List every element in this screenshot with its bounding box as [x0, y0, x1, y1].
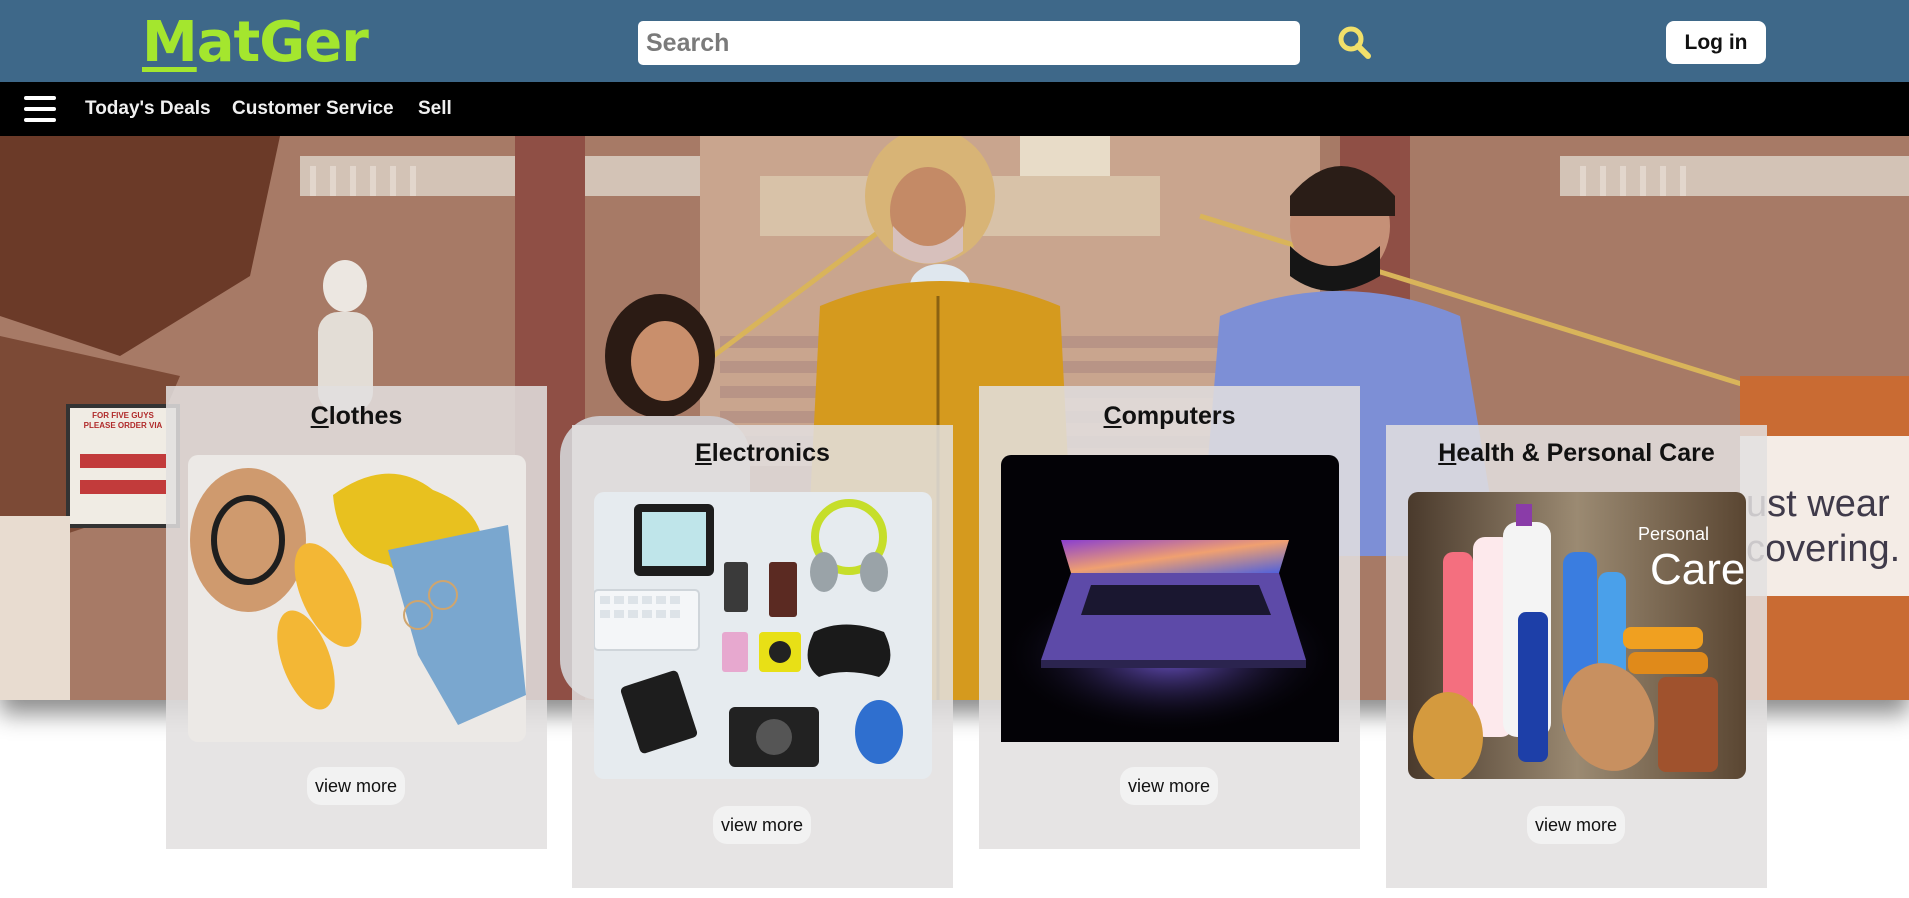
view-more-clothes-button[interactable]: view more [307, 767, 406, 805]
view-more-health-button[interactable]: view more [1527, 806, 1626, 844]
search-button[interactable] [1336, 24, 1374, 62]
category-card-clothes: Clothes view more [166, 386, 547, 849]
top-header: MatGer Log in [0, 0, 1909, 82]
sign-line-2: PLEASE ORDER VIA [84, 421, 163, 430]
login-button[interactable]: Log in [1666, 21, 1766, 64]
sign-line-1: FOR FIVE GUYS [92, 411, 154, 420]
personal-care-logo-line1: Personal [1638, 524, 1709, 544]
category-card-electronics: Electronics view more [572, 425, 953, 888]
view-more-computers-button[interactable]: view more [1120, 767, 1219, 805]
wall-sign-line-2: covering. [1746, 528, 1900, 570]
category-card-computers: Computers view more [979, 386, 1360, 849]
nav-customer-service[interactable]: Customer Service [232, 98, 394, 120]
logo-rest: atGer [196, 10, 369, 75]
nav-bar: Today's Deals Customer Service Sell [0, 82, 1909, 136]
search-icon [1338, 26, 1371, 59]
category-title-electronics[interactable]: Electronics [572, 439, 953, 468]
category-title-clothes[interactable]: Clothes [166, 402, 547, 431]
nav-todays-deals[interactable]: Today's Deals [85, 98, 211, 120]
wall-sign-line-1: ust wear [1746, 483, 1890, 525]
personal-care-logo-line2: Care [1650, 545, 1745, 594]
category-title-computers[interactable]: Computers [979, 402, 1360, 431]
personal-care-image[interactable]: Personal Care [1408, 492, 1746, 779]
hamburger-menu-icon[interactable] [24, 96, 56, 124]
logo-first-letter: M [142, 10, 198, 75]
clothes-image[interactable] [188, 455, 526, 742]
laptop-image[interactable] [1001, 455, 1339, 742]
electronics-image[interactable] [594, 492, 932, 779]
category-card-health: Health & Personal Care Personal Care vie… [1386, 425, 1767, 888]
category-title-health[interactable]: Health & Personal Care [1386, 439, 1767, 468]
nav-sell[interactable]: Sell [418, 98, 452, 120]
site-logo[interactable]: MatGer [142, 10, 369, 76]
view-more-electronics-button[interactable]: view more [713, 806, 812, 844]
search-input[interactable] [638, 21, 1300, 65]
